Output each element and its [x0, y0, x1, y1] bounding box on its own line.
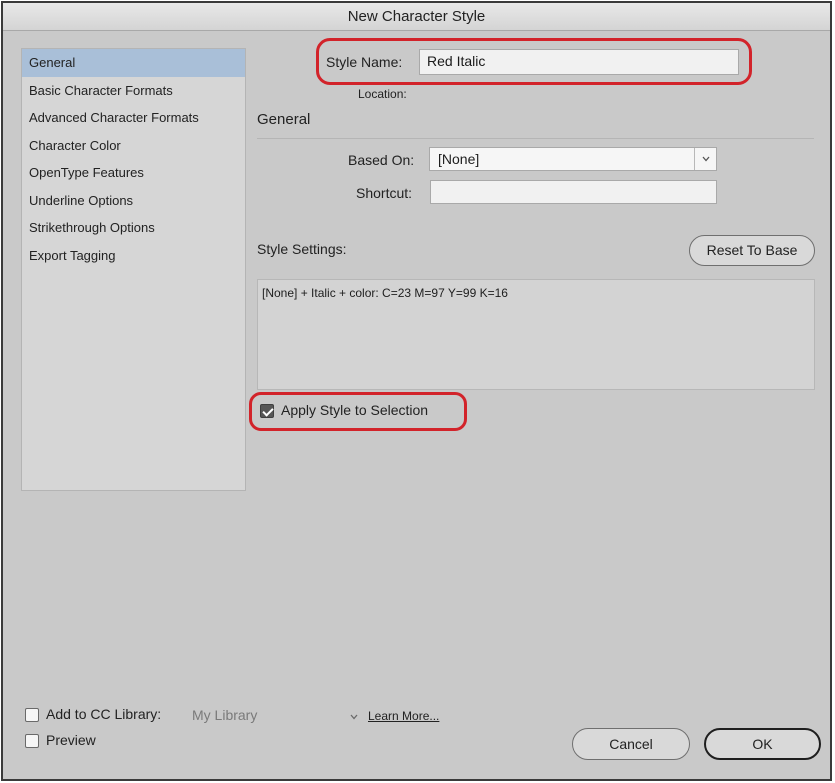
- add-to-cc-checkbox[interactable]: [25, 708, 39, 722]
- sidebar-item-strikethrough-options[interactable]: Strikethrough Options: [22, 214, 245, 242]
- style-name-label: Style Name:: [326, 54, 403, 70]
- reset-to-base-button[interactable]: Reset To Base: [689, 235, 815, 266]
- library-dropdown[interactable]: My Library: [192, 707, 359, 723]
- section-title: General: [257, 111, 311, 128]
- window-title: New Character Style: [3, 3, 830, 31]
- new-character-style-dialog: New Character Style General Basic Charac…: [1, 1, 832, 781]
- cancel-button[interactable]: Cancel: [572, 728, 690, 760]
- category-sidebar: General Basic Character Formats Advanced…: [21, 48, 246, 491]
- sidebar-item-character-color[interactable]: Character Color: [22, 132, 245, 160]
- location-label: Location:: [358, 87, 407, 101]
- preview-checkbox[interactable]: [25, 734, 39, 748]
- based-on-dropdown[interactable]: [None]: [429, 147, 717, 171]
- sidebar-item-underline-options[interactable]: Underline Options: [22, 187, 245, 215]
- shortcut-label: Shortcut:: [356, 185, 413, 201]
- sidebar-item-general[interactable]: General: [22, 49, 245, 77]
- apply-style-checkbox[interactable]: [260, 404, 274, 418]
- style-name-field[interactable]: Red Italic: [419, 49, 739, 75]
- sidebar-item-basic-character-formats[interactable]: Basic Character Formats: [22, 77, 245, 105]
- style-settings-label: Style Settings:: [257, 241, 347, 257]
- ok-button[interactable]: OK: [704, 728, 821, 760]
- sidebar-item-opentype-features[interactable]: OpenType Features: [22, 159, 245, 187]
- style-settings-text: [None] + Italic + color: C=23 M=97 Y=99 …: [262, 286, 508, 300]
- sidebar-item-advanced-character-formats[interactable]: Advanced Character Formats: [22, 104, 245, 132]
- chevron-down-icon: [694, 148, 716, 170]
- shortcut-field[interactable]: [430, 180, 717, 204]
- learn-more-link[interactable]: Learn More...: [368, 709, 439, 723]
- add-to-cc-label[interactable]: Add to CC Library:: [46, 706, 161, 722]
- chevron-down-icon: [349, 709, 359, 725]
- style-settings-box: [None] + Italic + color: C=23 M=97 Y=99 …: [257, 279, 815, 390]
- based-on-label: Based On:: [348, 152, 415, 168]
- section-divider: [257, 138, 814, 139]
- library-value: My Library: [192, 707, 258, 723]
- sidebar-item-export-tagging[interactable]: Export Tagging: [22, 242, 245, 270]
- preview-label[interactable]: Preview: [46, 732, 96, 748]
- based-on-value: [None]: [438, 151, 480, 167]
- apply-style-label[interactable]: Apply Style to Selection: [281, 402, 428, 418]
